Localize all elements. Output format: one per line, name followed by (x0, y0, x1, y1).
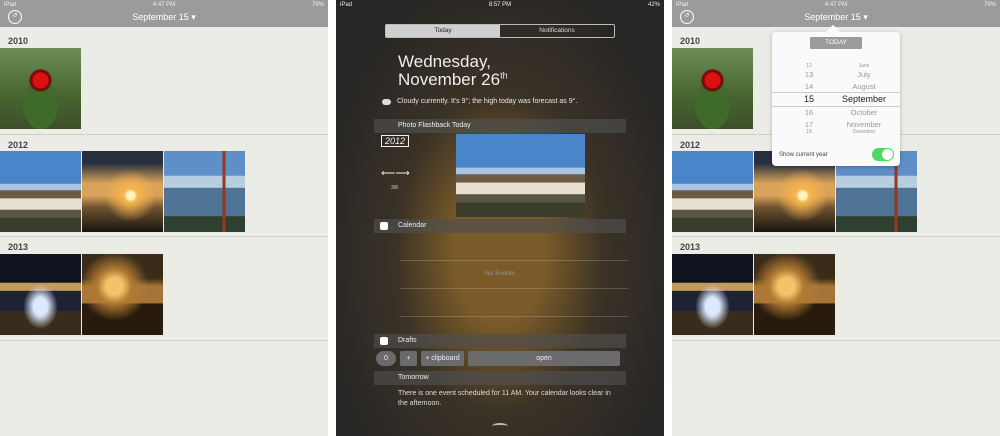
photo-night-fountain[interactable] (0, 254, 81, 335)
photo-night-fountain[interactable] (672, 254, 753, 335)
photo-red-rose[interactable] (0, 48, 81, 129)
weather-summary: Cloudy currently. It's 9°; the high toda… (382, 98, 577, 105)
drag-handle-icon[interactable] (492, 423, 508, 429)
divider (400, 260, 628, 261)
cloud-icon (382, 98, 391, 105)
status-bar: iPad 4:47 PM 79% (0, 0, 328, 10)
calendar-header[interactable]: Calendar (374, 219, 626, 233)
tomorrow-header: Tomorrow (374, 371, 626, 385)
tab-notifications[interactable]: Notifications (500, 25, 614, 37)
calendar-icon (380, 222, 388, 230)
picker-day[interactable]: 12 (794, 63, 824, 69)
flashback-photo[interactable] (456, 134, 585, 217)
status-bar: iPad 8:57 PM 42% (336, 0, 664, 10)
photo-painted-ladies[interactable] (0, 151, 81, 232)
show-current-year-label: Show current year (779, 152, 828, 158)
navigation-bar: iPad 4:47 PM 79% ↺ September 15 ▾ (0, 0, 328, 27)
swipe-arrows-icon[interactable]: ⟵⟶ (381, 168, 410, 179)
picker-selection-line (772, 92, 900, 93)
date-picker-popover: TODAY 12 13 14 15 16 17 18 June July Aug… (772, 24, 900, 166)
time-label: 4:47 PM (152, 2, 176, 8)
photo-sunset-tree[interactable] (82, 151, 163, 232)
tomorrow-title: Tomorrow (398, 374, 429, 381)
picker-day[interactable]: 14 (794, 82, 824, 91)
date-month-day: November 26th (398, 70, 508, 90)
notification-center-panel: iPad 8:57 PM 42% Today Notifications Wed… (336, 0, 664, 436)
divider (672, 340, 1000, 341)
segmented-control: Today Notifications (385, 24, 615, 38)
drafts-clipboard-button[interactable]: + clipboard (421, 351, 464, 366)
year-label-2012: 2012 (8, 140, 29, 150)
show-current-year-toggle[interactable] (872, 148, 894, 161)
year-label-2013: 2013 (680, 242, 701, 252)
photo-flashback-title: Photo Flashback Today (398, 122, 471, 129)
divider (400, 316, 628, 317)
picker-month[interactable]: July (834, 70, 894, 79)
picker-day[interactable]: 16 (794, 108, 824, 117)
today-button[interactable]: TODAY (810, 37, 862, 49)
divider (0, 236, 328, 237)
battery-label: 79% (984, 2, 997, 8)
time-label: 8:57 PM (488, 2, 512, 8)
photo-flashback-header[interactable]: Photo Flashback Today (374, 119, 626, 133)
date-suffix: th (500, 70, 508, 81)
carrier-label: iPad (676, 2, 689, 8)
picker-day[interactable]: 18 (794, 129, 824, 135)
tab-today[interactable]: Today (386, 25, 500, 37)
battery-label: 42% (648, 2, 661, 8)
photo-dusk-lake[interactable] (754, 254, 835, 335)
year-label-2013: 2013 (8, 242, 29, 252)
flashback-year: 2012 (381, 135, 410, 147)
drafts-actions: 0 + + clipboard open (376, 351, 620, 366)
photo-history-panel-right: iPad 4:47 PM 79% ↺ September 15 ▾ 2010 2… (672, 0, 1000, 436)
date-picker-title[interactable]: September 15 ▾ (0, 12, 328, 23)
picker-month-selected[interactable]: September (834, 94, 894, 104)
picker-month[interactable]: November (834, 120, 894, 129)
photo-history-panel-left: iPad 4:47 PM 79% ↺ September 15 ▾ 2010 2… (0, 0, 328, 436)
picker-selection-line (772, 106, 900, 107)
divider (672, 236, 1000, 237)
weather-text: Cloudy currently. It's 9°; the high toda… (397, 98, 578, 105)
divider (0, 134, 328, 135)
drafts-add-button[interactable]: + (400, 351, 417, 366)
battery-label: 79% (312, 2, 325, 8)
drafts-count-button[interactable]: 0 (376, 351, 396, 366)
year-label-2010: 2010 (680, 36, 701, 46)
calendar-title: Calendar (398, 222, 427, 229)
divider (400, 288, 628, 289)
status-bar: iPad 4:47 PM 79% (672, 0, 1000, 10)
photo-red-rose[interactable] (672, 48, 753, 129)
picker-day[interactable]: 13 (794, 70, 824, 79)
year-label-2012: 2012 (680, 140, 701, 150)
toggle-knob (882, 149, 893, 160)
drafts-open-button[interactable]: open (468, 351, 620, 366)
picker-day[interactable]: 17 (794, 120, 824, 129)
date-weekday: Wednesday, (398, 52, 491, 71)
divider (0, 340, 328, 341)
carrier-label: iPad (4, 2, 17, 8)
photo-painted-ladies[interactable] (672, 151, 753, 232)
picker-month[interactable]: December (834, 129, 894, 135)
tomorrow-summary: There is one event scheduled for 11 AM. … (398, 390, 611, 407)
picker-month[interactable]: August (834, 82, 894, 91)
picker-day-selected[interactable]: 15 (794, 94, 824, 104)
time-label: 4:47 PM (824, 2, 848, 8)
drafts-title: Drafts (398, 337, 417, 344)
drafts-header[interactable]: Drafts (374, 334, 626, 348)
no-events-label: No Events (485, 270, 515, 277)
year-label-2010: 2010 (8, 36, 29, 46)
carrier-label: iPad (340, 2, 353, 8)
picker-month[interactable]: October (834, 108, 894, 117)
date-picker-title[interactable]: September 15 ▾ (672, 12, 1000, 23)
drafts-icon (380, 337, 388, 345)
photo-counter: 3/8 (391, 185, 398, 191)
date-text: November 26 (398, 70, 501, 89)
navigation-bar: iPad 4:47 PM 79% ↺ September 15 ▾ (672, 0, 1000, 27)
photo-dusk-lake[interactable] (82, 254, 163, 335)
picker-month[interactable]: June (834, 63, 894, 69)
photo-golden-gate[interactable] (164, 151, 245, 232)
